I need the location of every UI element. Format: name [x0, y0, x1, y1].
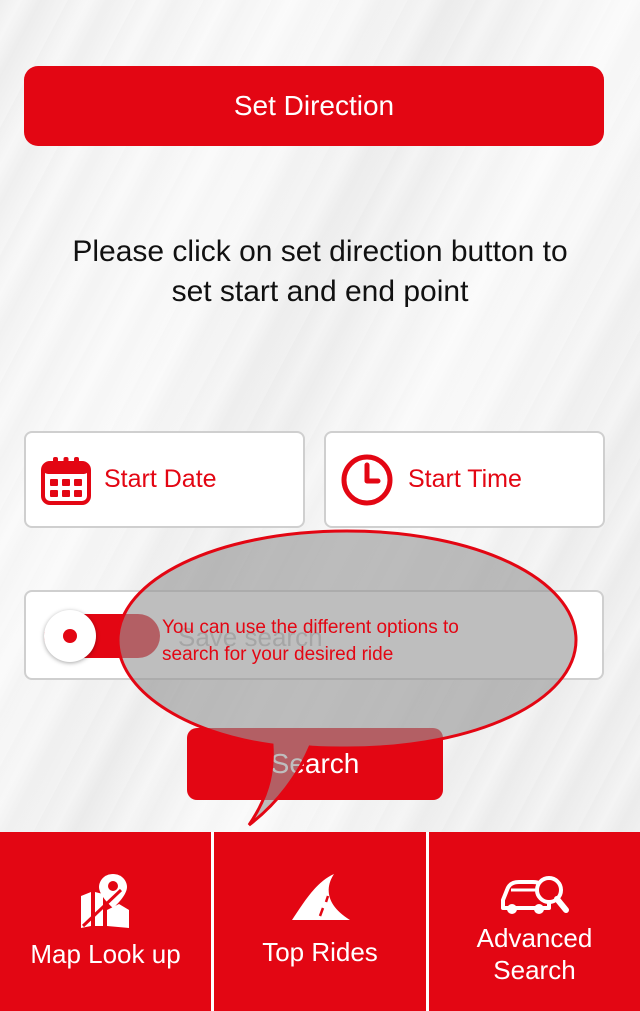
tooltip-line-1: You can use the different options to	[162, 617, 459, 638]
start-date-label: Start Date	[104, 465, 217, 493]
bottom-nav: Map Look up Top Rides Advanced Search	[0, 832, 640, 1011]
map-pin-icon	[81, 874, 129, 928]
nav-advanced-search-label-line-2: Search	[493, 955, 576, 985]
nav-top-rides[interactable]: Top Rides	[214, 832, 426, 1011]
start-date-field[interactable]: Start Date	[24, 431, 305, 528]
instruction-text: Please click on set direction button to …	[20, 232, 620, 312]
toggle-knob	[44, 610, 96, 662]
nav-map-look-up[interactable]: Map Look up	[0, 832, 211, 1011]
nav-advanced-search-label-line-1: Advanced	[476, 923, 593, 953]
instruction-line-2: set start and end point	[171, 275, 469, 308]
clock-icon	[341, 454, 393, 505]
calendar-icon	[41, 456, 91, 505]
nav-top-rides-label: Top Rides	[262, 937, 378, 967]
tooltip-line-2: search for your desired ride	[162, 644, 394, 665]
set-direction-button[interactable]: Set Direction	[24, 66, 604, 146]
search-button[interactable]: Search	[187, 728, 443, 800]
instruction-line-1: Please click on set direction button to	[72, 235, 568, 268]
nav-map-look-up-label: Map Look up	[30, 939, 181, 969]
start-time-field[interactable]: Start Time	[324, 431, 605, 528]
save-search-toggle[interactable]	[44, 610, 160, 662]
car-search-icon	[501, 876, 569, 914]
start-time-label: Start Time	[408, 465, 522, 493]
nav-advanced-search[interactable]: Advanced Search	[429, 832, 640, 1011]
road-icon	[292, 874, 350, 920]
tooltip-text: You can use the different options to sea…	[162, 614, 532, 668]
nav-advanced-search-label: Advanced Search	[429, 922, 640, 986]
